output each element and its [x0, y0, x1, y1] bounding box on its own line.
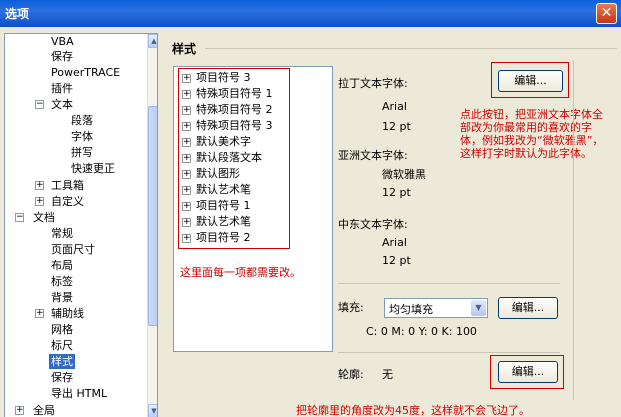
tree-item-background[interactable]: 背景: [51, 290, 73, 305]
annotation-box: [491, 62, 569, 98]
tree-item-save[interactable]: 保存: [51, 49, 73, 64]
section-divider: [338, 283, 560, 284]
asian-font-size: 12 pt: [382, 186, 411, 199]
tree-item-guidelines[interactable]: 辅助线: [51, 306, 84, 321]
fill-value: 均匀填充: [389, 303, 433, 316]
tree-item-font[interactable]: 字体: [71, 129, 93, 144]
annotation-box: [490, 355, 564, 389]
tree-item-plugins[interactable]: 插件: [51, 81, 73, 96]
fill-label: 填充:: [338, 301, 364, 314]
tree-item-customize[interactable]: 自定义: [51, 194, 84, 209]
fill-select[interactable]: 均匀填充 ▼: [384, 298, 488, 318]
outline-label: 轮廓:: [338, 368, 364, 381]
asian-font-label: 亚洲文本字体:: [338, 149, 408, 162]
tree-item-powertrace[interactable]: PowerTRACE: [51, 65, 120, 80]
page-title: 样式: [172, 42, 197, 56]
tree-item-toolbox[interactable]: 工具箱: [51, 178, 84, 193]
latin-font-name: Arial: [382, 100, 407, 113]
tree-item-label[interactable]: 标签: [51, 274, 73, 289]
title-bar: 选项 ✕: [0, 0, 621, 27]
options-tree: VBA 保存 PowerTRACE 插件 − 文本 段落 字体 拼写 快速更正 …: [4, 33, 158, 417]
scroll-thumb[interactable]: [148, 106, 157, 326]
expand-icon[interactable]: +: [15, 406, 24, 415]
tree-scrollbar[interactable]: ▲ ▼: [147, 34, 157, 417]
tree-item-spelling[interactable]: 拼写: [71, 145, 93, 160]
tree-item-rulers[interactable]: 标尺: [51, 338, 73, 353]
scroll-down-icon[interactable]: ▼: [148, 404, 157, 417]
tree-item-export-html[interactable]: 导出 HTML: [51, 386, 107, 401]
outline-value: 无: [382, 368, 393, 381]
tree-item-layout[interactable]: 布局: [51, 258, 73, 273]
section-divider: [338, 352, 560, 353]
tree-item-paragraph[interactable]: 段落: [71, 113, 93, 128]
me-font-name: Arial: [382, 236, 407, 249]
tree-item-text[interactable]: 文本: [51, 97, 73, 112]
tree-item-save-doc[interactable]: 保存: [51, 370, 73, 385]
tree-item-grid[interactable]: 网格: [51, 322, 73, 337]
tree-item-quickcorrect[interactable]: 快速更正: [71, 161, 115, 176]
title-divider: [205, 48, 617, 49]
chevron-down-icon[interactable]: ▼: [471, 300, 486, 316]
expand-icon[interactable]: +: [35, 197, 44, 206]
styles-list[interactable]: + 项目符号 3 + 特殊项目符号 1 + 特殊项目符号 2 + 特殊项目符号 3 + 默…: [173, 66, 333, 352]
font-annotation: 点此按钮，把亚洲文本字体全部改为你最常用的喜欢的字体，例如我改为“微软雅黑”，这…: [460, 108, 604, 160]
tree-item-vba[interactable]: VBA: [51, 34, 74, 49]
me-font-size: 12 pt: [382, 254, 411, 267]
window-title: 选项: [5, 7, 30, 21]
outline-annotation: 把轮廓里的角度改为45度，这样就不会飞边了。: [296, 404, 530, 417]
latin-font-size: 12 pt: [382, 120, 411, 133]
collapse-icon[interactable]: −: [35, 100, 44, 109]
tree-item-page-size[interactable]: 页面尺寸: [51, 242, 95, 257]
scroll-up-icon[interactable]: ▲: [148, 34, 157, 48]
asian-font-name: 微软雅黑: [382, 168, 426, 181]
latin-font-label: 拉丁文本字体:: [338, 77, 408, 90]
expand-icon[interactable]: +: [35, 181, 44, 190]
edit-fill-button[interactable]: 编辑...: [498, 297, 558, 319]
collapse-icon[interactable]: −: [15, 213, 24, 222]
me-font-label: 中东文本字体:: [338, 218, 408, 231]
tree-item-general[interactable]: 常规: [51, 226, 73, 241]
expand-icon[interactable]: +: [35, 309, 44, 318]
list-annotation: 这里面每一项都需要改。: [180, 266, 301, 279]
close-button[interactable]: ✕: [596, 3, 617, 24]
panel-divider: [573, 60, 574, 400]
tree-item-global[interactable]: 全局: [33, 403, 55, 417]
annotation-box: [178, 68, 290, 249]
tree-item-document[interactable]: 文档: [33, 210, 55, 225]
fill-color-value: C: 0 M: 0 Y: 0 K: 100: [366, 325, 477, 338]
tree-item-styles[interactable]: 样式: [49, 354, 75, 369]
